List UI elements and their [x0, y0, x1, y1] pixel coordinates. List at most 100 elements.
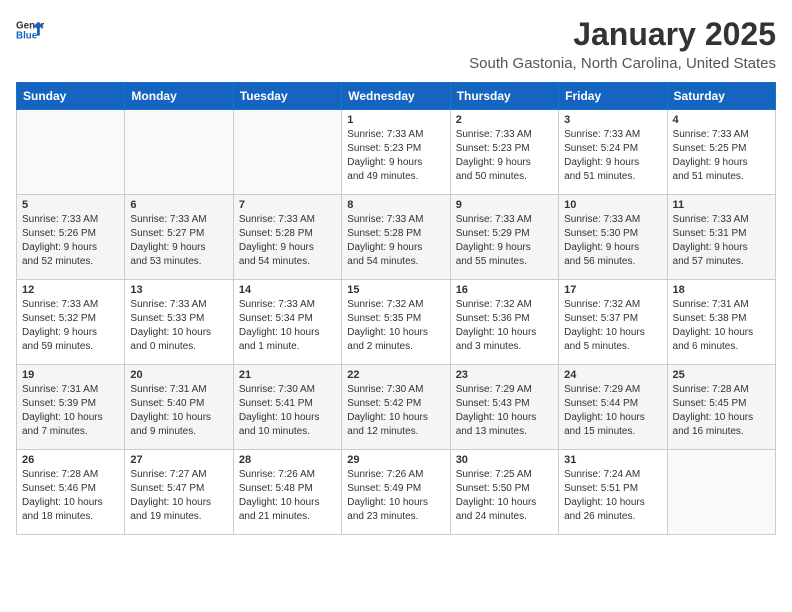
- day-info: Sunrise: 7:25 AM Sunset: 5:50 PM Dayligh…: [456, 468, 553, 524]
- week-row-5: 26 Sunrise: 7:28 AM Sunset: 5:46 PM Dayli…: [17, 450, 776, 535]
- day-info: Sunrise: 7:33 AM Sunset: 5:30 PM Dayligh…: [564, 213, 661, 269]
- calendar-cell: 28Sunrise: 7:26 AM Sunset: 5:48 PM Dayli…: [233, 450, 341, 535]
- calendar-cell: 9 Sunrise: 7:33 AM Sunset: 5:29 PM Daylig…: [450, 195, 558, 280]
- day-info: Sunrise: 7:33 AM Sunset: 5:33 PM Dayligh…: [130, 298, 227, 354]
- day-number: 20: [130, 369, 227, 381]
- calendar-cell: [17, 110, 125, 195]
- day-info: Sunrise: 7:28 AM Sunset: 5:46 PM Dayligh…: [22, 468, 119, 524]
- calendar-cell: 8 Sunrise: 7:33 AM Sunset: 5:28 PM Daylig…: [342, 195, 450, 280]
- calendar-cell: 1 Sunrise: 7:33 AM Sunset: 5:23 PM Daylig…: [342, 110, 450, 195]
- day-info: Sunrise: 7:33 AM Sunset: 5:27 PM Dayligh…: [130, 213, 227, 269]
- calendar-cell: 26 Sunrise: 7:28 AM Sunset: 5:46 PM Dayli…: [17, 450, 125, 535]
- calendar-cell: 2Sunrise: 7:33 AM Sunset: 5:23 PM Daylig…: [450, 110, 558, 195]
- day-number: 15: [347, 284, 444, 296]
- day-number: 25: [673, 369, 770, 381]
- day-number: 10: [564, 199, 661, 211]
- calendar-cell: 31 Sunrise: 7:24 AM Sunset: 5:51 PM Dayli…: [559, 450, 667, 535]
- calendar-cell: 7Sunrise: 7:33 AM Sunset: 5:28 PM Daylig…: [233, 195, 341, 280]
- day-number: 22: [347, 369, 444, 381]
- logo: General Blue: [16, 16, 44, 44]
- day-info: Sunrise: 7:33 AM Sunset: 5:28 PM Dayligh…: [347, 213, 444, 269]
- header: General Blue January 2025 South Gastonia…: [16, 16, 776, 72]
- day-info: Sunrise: 7:33 AM Sunset: 5:34 PM Dayligh…: [239, 298, 336, 354]
- day-info: Sunrise: 7:31 AM Sunset: 5:38 PM Dayligh…: [673, 298, 770, 354]
- day-number: 1: [347, 114, 444, 126]
- location-title: South Gastonia, North Carolina, United S…: [469, 55, 776, 72]
- calendar-cell: 18 Sunrise: 7:31 AM Sunset: 5:38 PM Dayli…: [667, 280, 775, 365]
- logo-icon: General Blue: [16, 16, 44, 44]
- day-info: Sunrise: 7:33 AM Sunset: 5:29 PM Dayligh…: [456, 213, 553, 269]
- calendar-cell: 4Sunrise: 7:33 AM Sunset: 5:25 PM Daylig…: [667, 110, 775, 195]
- weekday-header-tuesday: Tuesday: [233, 83, 341, 110]
- calendar-cell: 3 Sunrise: 7:33 AM Sunset: 5:24 PM Daylig…: [559, 110, 667, 195]
- day-number: 23: [456, 369, 553, 381]
- calendar-cell: 21Sunrise: 7:30 AM Sunset: 5:41 PM Dayli…: [233, 365, 341, 450]
- calendar-cell: 25 Sunrise: 7:28 AM Sunset: 5:45 PM Dayli…: [667, 365, 775, 450]
- day-info: Sunrise: 7:33 AM Sunset: 5:23 PM Dayligh…: [347, 128, 444, 184]
- day-info: Sunrise: 7:30 AM Sunset: 5:42 PM Dayligh…: [347, 383, 444, 439]
- calendar-cell: 15Sunrise: 7:32 AM Sunset: 5:35 PM Dayli…: [342, 280, 450, 365]
- day-info: Sunrise: 7:33 AM Sunset: 5:28 PM Dayligh…: [239, 213, 336, 269]
- day-number: 31: [564, 454, 661, 466]
- calendar-cell: 22 Sunrise: 7:30 AM Sunset: 5:42 PM Dayli…: [342, 365, 450, 450]
- day-number: 3: [564, 114, 661, 126]
- calendar-cell: 23 Sunrise: 7:29 AM Sunset: 5:43 PM Dayli…: [450, 365, 558, 450]
- weekday-header-saturday: Saturday: [667, 83, 775, 110]
- calendar-cell: [667, 450, 775, 535]
- day-number: 12: [22, 284, 119, 296]
- calendar-cell: 24 Sunrise: 7:29 AM Sunset: 5:44 PM Dayli…: [559, 365, 667, 450]
- weekday-header-wednesday: Wednesday: [342, 83, 450, 110]
- week-row-1: 1 Sunrise: 7:33 AM Sunset: 5:23 PM Daylig…: [17, 110, 776, 195]
- day-number: 30: [456, 454, 553, 466]
- day-number: 13: [130, 284, 227, 296]
- calendar-cell: 20 Sunrise: 7:31 AM Sunset: 5:40 PM Dayli…: [125, 365, 233, 450]
- day-number: 26: [22, 454, 119, 466]
- month-title: January 2025: [469, 16, 776, 53]
- day-number: 14: [239, 284, 336, 296]
- calendar-cell: 11 Sunrise: 7:33 AM Sunset: 5:31 PM Dayli…: [667, 195, 775, 280]
- calendar-body: 1 Sunrise: 7:33 AM Sunset: 5:23 PM Daylig…: [17, 110, 776, 535]
- weekday-header-thursday: Thursday: [450, 83, 558, 110]
- day-info: Sunrise: 7:29 AM Sunset: 5:43 PM Dayligh…: [456, 383, 553, 439]
- day-info: Sunrise: 7:24 AM Sunset: 5:51 PM Dayligh…: [564, 468, 661, 524]
- week-row-2: 5 Sunrise: 7:33 AM Sunset: 5:26 PM Daylig…: [17, 195, 776, 280]
- svg-text:Blue: Blue: [16, 30, 38, 41]
- day-info: Sunrise: 7:30 AM Sunset: 5:41 PM Dayligh…: [239, 383, 336, 439]
- calendar-cell: 13 Sunrise: 7:33 AM Sunset: 5:33 PM Dayli…: [125, 280, 233, 365]
- day-info: Sunrise: 7:33 AM Sunset: 5:25 PM Dayligh…: [673, 128, 770, 184]
- day-number: 27: [130, 454, 227, 466]
- day-number: 8: [347, 199, 444, 211]
- calendar-cell: 14 Sunrise: 7:33 AM Sunset: 5:34 PM Dayli…: [233, 280, 341, 365]
- day-info: Sunrise: 7:28 AM Sunset: 5:45 PM Dayligh…: [673, 383, 770, 439]
- day-number: 9: [456, 199, 553, 211]
- day-info: Sunrise: 7:33 AM Sunset: 5:24 PM Dayligh…: [564, 128, 661, 184]
- day-number: 11: [673, 199, 770, 211]
- calendar-cell: 6Sunrise: 7:33 AM Sunset: 5:27 PM Daylig…: [125, 195, 233, 280]
- week-row-3: 12 Sunrise: 7:33 AM Sunset: 5:32 PM Dayli…: [17, 280, 776, 365]
- calendar: SundayMondayTuesdayWednesdayThursdayFrid…: [16, 82, 776, 535]
- day-info: Sunrise: 7:33 AM Sunset: 5:26 PM Dayligh…: [22, 213, 119, 269]
- day-info: Sunrise: 7:33 AM Sunset: 5:32 PM Dayligh…: [22, 298, 119, 354]
- day-number: 17: [564, 284, 661, 296]
- weekday-header-sunday: Sunday: [17, 83, 125, 110]
- day-info: Sunrise: 7:27 AM Sunset: 5:47 PM Dayligh…: [130, 468, 227, 524]
- calendar-cell: 5 Sunrise: 7:33 AM Sunset: 5:26 PM Daylig…: [17, 195, 125, 280]
- calendar-cell: 12 Sunrise: 7:33 AM Sunset: 5:32 PM Dayli…: [17, 280, 125, 365]
- day-info: Sunrise: 7:31 AM Sunset: 5:40 PM Dayligh…: [130, 383, 227, 439]
- calendar-cell: 17Sunrise: 7:32 AM Sunset: 5:37 PM Dayli…: [559, 280, 667, 365]
- day-number: 18: [673, 284, 770, 296]
- day-info: Sunrise: 7:29 AM Sunset: 5:44 PM Dayligh…: [564, 383, 661, 439]
- day-info: Sunrise: 7:26 AM Sunset: 5:49 PM Dayligh…: [347, 468, 444, 524]
- calendar-cell: 30 Sunrise: 7:25 AM Sunset: 5:50 PM Dayli…: [450, 450, 558, 535]
- week-row-4: 19Sunrise: 7:31 AM Sunset: 5:39 PM Dayli…: [17, 365, 776, 450]
- weekday-header-friday: Friday: [559, 83, 667, 110]
- day-info: Sunrise: 7:33 AM Sunset: 5:31 PM Dayligh…: [673, 213, 770, 269]
- day-number: 5: [22, 199, 119, 211]
- calendar-cell: 16Sunrise: 7:32 AM Sunset: 5:36 PM Dayli…: [450, 280, 558, 365]
- day-number: 29: [347, 454, 444, 466]
- calendar-cell: 19Sunrise: 7:31 AM Sunset: 5:39 PM Dayli…: [17, 365, 125, 450]
- day-number: 24: [564, 369, 661, 381]
- calendar-cell: 10 Sunrise: 7:33 AM Sunset: 5:30 PM Dayli…: [559, 195, 667, 280]
- calendar-cell: [125, 110, 233, 195]
- day-number: 16: [456, 284, 553, 296]
